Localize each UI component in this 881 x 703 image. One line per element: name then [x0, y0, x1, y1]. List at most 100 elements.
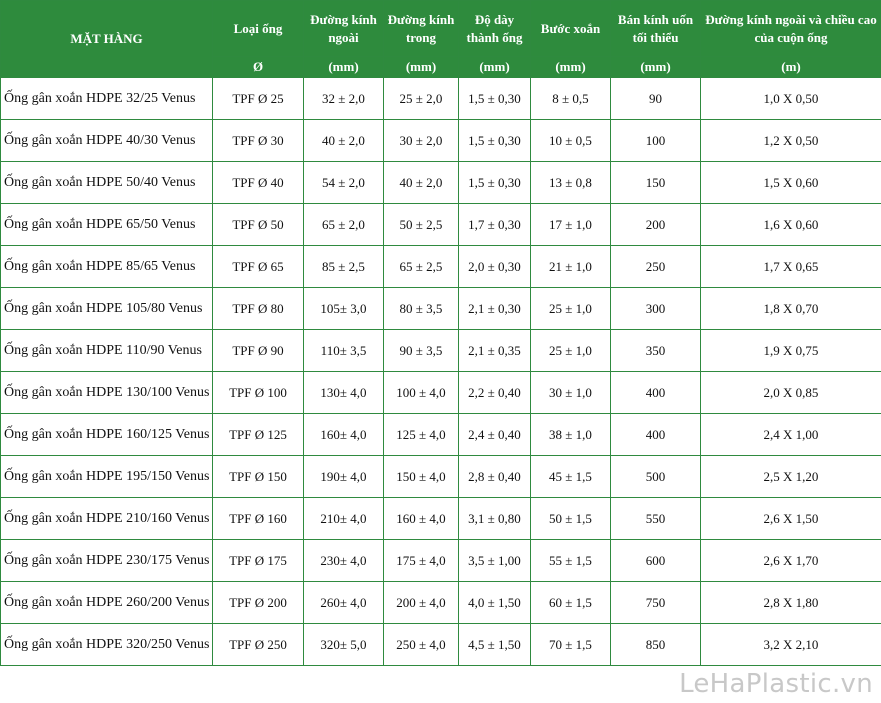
- table-cell: 2,0 X 0,85: [700, 371, 881, 414]
- table-row: Ống gân xoắn HDPE 230/175 Venus TPF Ø 175…: [0, 539, 881, 582]
- spec-table: MẶT HÀNG Loại ống Đường kính ngoài Đường…: [0, 0, 881, 666]
- table-row: Ống gân xoắn HDPE 65/50 Venus TPF Ø 50 65 …: [0, 203, 881, 246]
- table-cell: 1,7 X 0,65: [700, 245, 881, 288]
- table-cell: TPF Ø 25: [212, 77, 304, 120]
- table-cell: 90 ± 3,5: [383, 329, 459, 372]
- header-cell-outer-diameter: Đường kính ngoài: [303, 0, 384, 57]
- table-cell: 1,0 X 0,50: [700, 77, 881, 120]
- table-row: Ống gân xoắn HDPE 105/80 Venus TPF Ø 80 10…: [0, 287, 881, 330]
- table-cell: 4,0 ± 1,50: [458, 581, 531, 624]
- item-name-cell: Ống gân xoắn HDPE 40/30 Venus: [0, 119, 213, 162]
- header-cell-pipe-type: Loại ống: [212, 0, 304, 57]
- table-cell: 100: [610, 119, 701, 162]
- unit-cell: (mm): [610, 56, 701, 78]
- table-cell: 250 ± 4,0: [383, 623, 459, 666]
- table-cell: 130± 4,0: [303, 371, 384, 414]
- table-cell: 54 ± 2,0: [303, 161, 384, 204]
- table-row: Ống gân xoắn HDPE 110/90 Venus TPF Ø 90 11…: [0, 329, 881, 372]
- table-cell: 25 ± 1,0: [530, 329, 611, 372]
- table-row: Ống gân xoắn HDPE 32/25 Venus TPF Ø 25 32 …: [0, 77, 881, 120]
- table-cell: 2,4 X 1,00: [700, 413, 881, 456]
- table-cell: 175 ± 4,0: [383, 539, 459, 582]
- header-row: MẶT HÀNG Loại ống Đường kính ngoài Đường…: [0, 0, 881, 78]
- table-row: Ống gân xoắn HDPE 195/150 Venus TPF Ø 150…: [0, 455, 881, 498]
- table-cell: 125 ± 4,0: [383, 413, 459, 456]
- table-cell: 1,8 X 0,70: [700, 287, 881, 330]
- table-cell: 2,1 ± 0,35: [458, 329, 531, 372]
- table-cell: 3,5 ± 1,00: [458, 539, 531, 582]
- table-cell: TPF Ø 90: [212, 329, 304, 372]
- table-cell: TPF Ø 100: [212, 371, 304, 414]
- unit-cell: (mm): [530, 56, 611, 78]
- header-cell-wall-thickness: Độ dày thành ống: [458, 0, 531, 57]
- table-cell: 210± 4,0: [303, 497, 384, 540]
- table-cell: 3,2 X 2,10: [700, 623, 881, 666]
- table-cell: 3,1 ± 0,80: [458, 497, 531, 540]
- table-cell: 160± 4,0: [303, 413, 384, 456]
- table-cell: 2,6 X 1,50: [700, 497, 881, 540]
- unit-cell: Ø: [212, 56, 304, 78]
- table-cell: 350: [610, 329, 701, 372]
- table-row: Ống gân xoắn HDPE 160/125 Venus TPF Ø 125…: [0, 413, 881, 456]
- item-name-cell: Ống gân xoắn HDPE 195/150 Venus: [0, 455, 213, 498]
- table-cell: 1,7 ± 0,30: [458, 203, 531, 246]
- table-cell: 2,4 ± 0,40: [458, 413, 531, 456]
- table-cell: 50 ± 2,5: [383, 203, 459, 246]
- table-cell: 30 ± 1,0: [530, 371, 611, 414]
- header-cell-coil-size: Đường kính ngoài và chiều cao của cuộn ố…: [700, 0, 881, 57]
- table-cell: 2,0 ± 0,30: [458, 245, 531, 288]
- table-cell: 80 ± 3,5: [383, 287, 459, 330]
- table-cell: 105± 3,0: [303, 287, 384, 330]
- table-row: Ống gân xoắn HDPE 260/200 Venus TPF Ø 200…: [0, 581, 881, 624]
- item-name-cell: Ống gân xoắn HDPE 85/65 Venus: [0, 245, 213, 288]
- table-cell: 60 ± 1,5: [530, 581, 611, 624]
- item-name-cell: Ống gân xoắn HDPE 32/25 Venus: [0, 77, 213, 120]
- table-cell: 110± 3,5: [303, 329, 384, 372]
- header-cell-item: MẶT HÀNG: [0, 0, 213, 78]
- item-name-cell: Ống gân xoắn HDPE 260/200 Venus: [0, 581, 213, 624]
- item-name-cell: Ống gân xoắn HDPE 65/50 Venus: [0, 203, 213, 246]
- table-cell: TPF Ø 65: [212, 245, 304, 288]
- table-cell: 17 ± 1,0: [530, 203, 611, 246]
- item-name-cell: Ống gân xoắn HDPE 320/250 Venus: [0, 623, 213, 666]
- table-cell: 400: [610, 413, 701, 456]
- unit-cell: (mm): [458, 56, 531, 78]
- header-cell-inner-diameter: Đường kính trong: [383, 0, 459, 57]
- item-name-cell: Ống gân xoắn HDPE 210/160 Venus: [0, 497, 213, 540]
- table-cell: 1,9 X 0,75: [700, 329, 881, 372]
- table-cell: TPF Ø 40: [212, 161, 304, 204]
- unit-cell: (mm): [383, 56, 459, 78]
- table-cell: 2,8 ± 0,40: [458, 455, 531, 498]
- unit-cell: (mm): [303, 56, 384, 78]
- item-name-cell: Ống gân xoắn HDPE 160/125 Venus: [0, 413, 213, 456]
- table-cell: 1,5 ± 0,30: [458, 161, 531, 204]
- table-cell: 150 ± 4,0: [383, 455, 459, 498]
- item-name-cell: Ống gân xoắn HDPE 110/90 Venus: [0, 329, 213, 372]
- table-cell: TPF Ø 125: [212, 413, 304, 456]
- table-cell: 2,5 X 1,20: [700, 455, 881, 498]
- item-name-cell: Ống gân xoắn HDPE 50/40 Venus: [0, 161, 213, 204]
- table-cell: 500: [610, 455, 701, 498]
- table-cell: TPF Ø 80: [212, 287, 304, 330]
- table-cell: 25 ± 2,0: [383, 77, 459, 120]
- table-cell: 850: [610, 623, 701, 666]
- table-cell: TPF Ø 160: [212, 497, 304, 540]
- table-body: Ống gân xoắn HDPE 32/25 Venus TPF Ø 25 32 …: [0, 77, 881, 666]
- table-cell: 45 ± 1,5: [530, 455, 611, 498]
- table-cell: 1,5 ± 0,30: [458, 77, 531, 120]
- table-cell: 200: [610, 203, 701, 246]
- table-cell: 250: [610, 245, 701, 288]
- table-row: Ống gân xoắn HDPE 210/160 Venus TPF Ø 160…: [0, 497, 881, 540]
- table-cell: 1,2 X 0,50: [700, 119, 881, 162]
- table-cell: 300: [610, 287, 701, 330]
- table-row: Ống gân xoắn HDPE 130/100 Venus TPF Ø 100…: [0, 371, 881, 414]
- table-cell: TPF Ø 175: [212, 539, 304, 582]
- unit-cell: (m): [700, 56, 881, 78]
- table-cell: 90: [610, 77, 701, 120]
- item-name-cell: Ống gân xoắn HDPE 230/175 Venus: [0, 539, 213, 582]
- table-cell: 400: [610, 371, 701, 414]
- table-cell: 21 ± 1,0: [530, 245, 611, 288]
- table-cell: 30 ± 2,0: [383, 119, 459, 162]
- table-row: Ống gân xoắn HDPE 320/250 Venus TPF Ø 250…: [0, 623, 881, 666]
- table-cell: 8 ± 0,5: [530, 77, 611, 120]
